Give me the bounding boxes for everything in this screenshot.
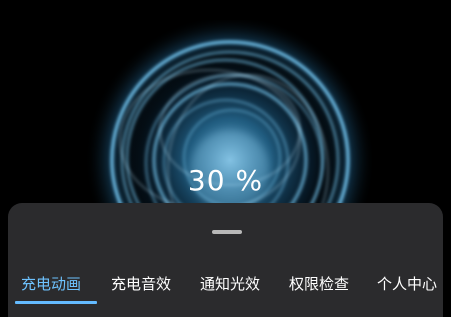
tab-personal-center[interactable]: 个人中心 (377, 273, 437, 295)
tab-charging-animation[interactable]: 充电动画 (21, 273, 81, 295)
charging-screen: 30 % 充电动画 充电音效 通知光效 权限检查 个人中心 (0, 0, 451, 317)
tab-charging-sound[interactable]: 充电音效 (111, 273, 171, 295)
drag-handle[interactable] (212, 230, 242, 234)
bottom-sheet: 充电动画 充电音效 通知光效 权限检查 个人中心 (8, 203, 443, 317)
battery-percentage: 30 % (187, 164, 264, 197)
active-tab-indicator (15, 301, 97, 304)
tab-notification-light[interactable]: 通知光效 (200, 273, 260, 295)
tab-permission-check[interactable]: 权限检查 (289, 273, 349, 295)
